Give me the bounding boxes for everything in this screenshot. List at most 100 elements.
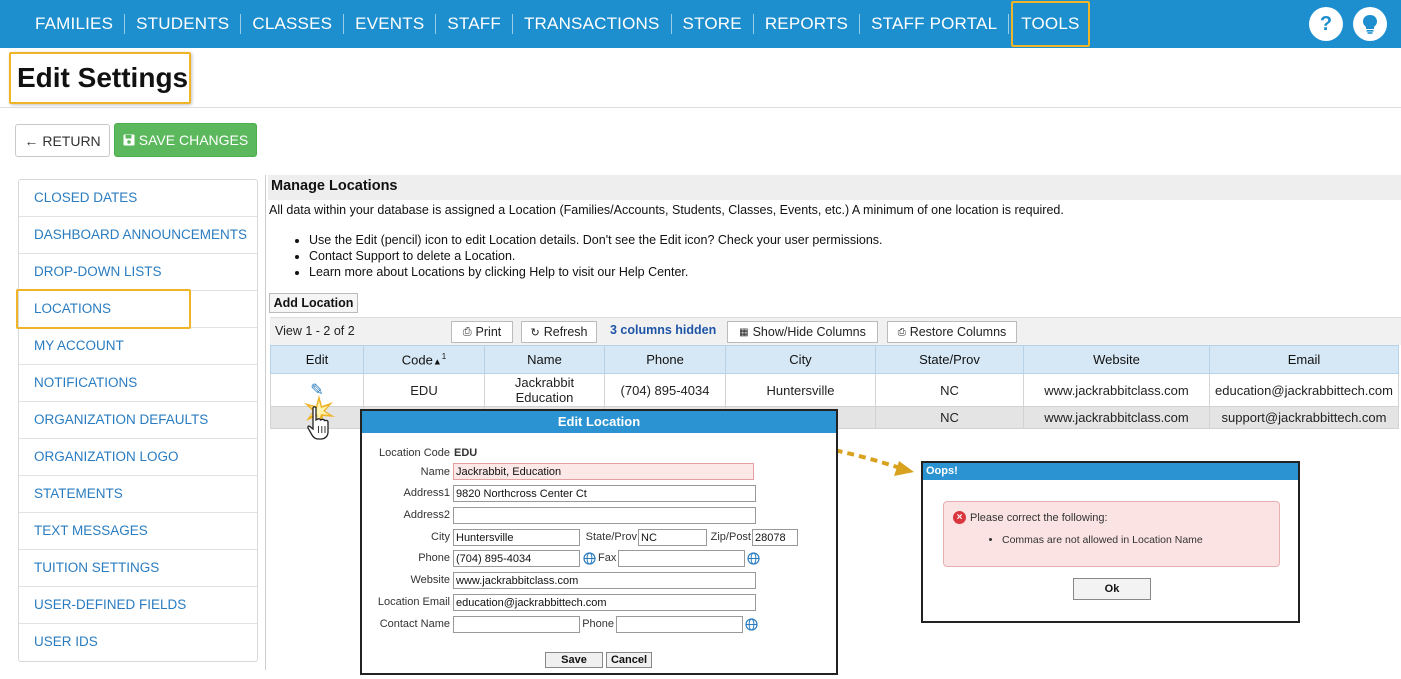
sidebar-item-drop-down-lists[interactable]: DROP-DOWN LISTS <box>19 254 257 291</box>
nav-tools[interactable]: TOOLS <box>1011 1 1090 47</box>
sidebar-item-locations[interactable]: LOCATIONS <box>19 291 257 328</box>
top-nav: FAMILIES STUDENTS CLASSES EVENTS STAFF T… <box>0 0 1401 48</box>
sidebar-item-text-messages[interactable]: TEXT MESSAGES <box>19 513 257 550</box>
return-button[interactable]: ← RETURN <box>15 124 110 157</box>
zip-input[interactable]: 28078 <box>752 529 798 546</box>
col-name[interactable]: Name <box>484 345 605 374</box>
globe-icon[interactable] <box>747 552 760 565</box>
edit-location-title: Edit Location <box>362 411 836 433</box>
nav-transactions[interactable]: TRANSACTIONS <box>513 14 672 34</box>
arrow-left-icon: ← <box>24 132 39 149</box>
refresh-label: Refresh <box>543 325 588 339</box>
sidebar-item-organization-defaults[interactable]: ORGANIZATION DEFAULTS <box>19 402 257 439</box>
instruction-item: Learn more about Locations by clicking H… <box>309 264 883 280</box>
nav-staff-portal[interactable]: STAFF PORTAL <box>860 14 1010 34</box>
globe-icon[interactable] <box>745 618 758 631</box>
lightbulb-glyph <box>1363 15 1377 34</box>
sidebar-item-my-account[interactable]: MY ACCOUNT <box>19 328 257 365</box>
add-location-button[interactable]: Add Location <box>269 293 358 313</box>
dialog-cancel-button[interactable]: Cancel <box>606 652 652 668</box>
table-row: ✎ EDU Jackrabbit Education (704) 895-403… <box>270 373 1399 407</box>
phone-input[interactable]: (704) 895-4034 <box>453 550 580 567</box>
nav-students[interactable]: STUDENTS <box>125 14 242 34</box>
sidebar-item-tuition-settings[interactable]: TUITION SETTINGS <box>19 550 257 587</box>
nav-menu: FAMILIES STUDENTS CLASSES EVENTS STAFF T… <box>0 0 1090 48</box>
cell-email: support@jackrabbittech.com <box>1209 406 1399 429</box>
printer-icon: ⎙ <box>462 325 472 338</box>
restore-columns-button[interactable]: ⎙ Restore Columns <box>887 321 1017 343</box>
dialog-save-button[interactable]: Save <box>545 652 603 668</box>
city-input[interactable]: Huntersville <box>453 529 580 546</box>
nav-classes[interactable]: CLASSES <box>241 14 345 34</box>
grid-toolbar: View 1 - 2 of 2 ⎙ Print ↻ Refresh 3 colu… <box>270 317 1401 345</box>
col-website[interactable]: Website <box>1023 345 1210 374</box>
state-label: State/Prov <box>585 531 637 543</box>
show-hide-columns-button[interactable]: ▦ Show/Hide Columns <box>727 321 878 343</box>
fax-input[interactable] <box>618 550 745 567</box>
sidebar-item-dashboard-announcements[interactable]: DASHBOARD ANNOUNCEMENTS <box>19 217 257 254</box>
cell-phone: (704) 895-4034 <box>604 373 726 407</box>
page-title: Edit Settings <box>9 52 191 104</box>
col-phone[interactable]: Phone <box>604 345 726 374</box>
view-count: View 1 - 2 of 2 <box>275 324 355 338</box>
name-label: Name <box>420 466 450 478</box>
nav-families[interactable]: FAMILIES <box>24 14 126 34</box>
nav-staff[interactable]: STAFF <box>436 14 513 34</box>
intro-text: All data within your database is assigne… <box>269 203 1064 217</box>
address2-label: Address2 <box>403 509 450 521</box>
columns-hidden-link[interactable]: 3 columns hidden <box>610 323 716 337</box>
address1-input[interactable]: 9820 Northcross Center Ct <box>453 485 756 502</box>
nav-reports[interactable]: REPORTS <box>754 14 861 34</box>
location-email-label: Location Email <box>377 596 450 608</box>
col-edit: Edit <box>270 345 364 374</box>
nav-events[interactable]: EVENTS <box>344 14 437 34</box>
cell-state: NC <box>875 406 1024 429</box>
show-hide-label: Show/Hide Columns <box>752 325 866 339</box>
error-message-box: × Please correct the following: Commas a… <box>943 501 1280 567</box>
hand-cursor-icon <box>307 406 329 440</box>
nav-store[interactable]: STORE <box>672 14 754 34</box>
error-heading: Please correct the following: <box>970 512 1108 524</box>
ok-button[interactable]: Ok <box>1073 578 1151 600</box>
instruction-item: Use the Edit (pencil) icon to edit Locat… <box>309 232 883 248</box>
state-input[interactable]: NC <box>638 529 707 546</box>
help-icon[interactable]: ? <box>1309 7 1343 41</box>
sidebar-item-closed-dates[interactable]: CLOSED DATES <box>19 180 257 217</box>
col-code[interactable]: Code▲1 <box>363 345 485 374</box>
globe-icon[interactable] <box>583 552 596 565</box>
floppy-disk-icon <box>123 134 135 146</box>
cell-city: Huntersville <box>725 373 876 407</box>
contact-name-input[interactable] <box>453 616 580 633</box>
name-input[interactable]: Jackrabbit, Education <box>453 463 754 480</box>
address2-input[interactable] <box>453 507 756 524</box>
col-email[interactable]: Email <box>1209 345 1399 374</box>
sidebar-item-user-defined-fields[interactable]: USER-DEFINED FIELDS <box>19 587 257 624</box>
col-city[interactable]: City <box>725 345 876 374</box>
print-button[interactable]: ⎙ Print <box>451 321 513 343</box>
instructions-list: Use the Edit (pencil) icon to edit Locat… <box>290 232 883 280</box>
col-state[interactable]: State/Prov <box>875 345 1024 374</box>
sidebar-item-notifications[interactable]: NOTIFICATIONS <box>19 365 257 402</box>
restore-icon: ⎙ <box>897 326 906 338</box>
location-code-value: EDU <box>454 447 478 459</box>
columns-icon: ▦ <box>739 326 749 338</box>
save-changes-button[interactable]: SAVE CHANGES <box>114 123 257 157</box>
sidebar-item-user-ids[interactable]: USER IDS <box>19 624 257 661</box>
cell-code: EDU <box>363 373 485 407</box>
location-code-label: Location Code <box>379 447 450 459</box>
phone-label: Phone <box>418 552 450 564</box>
website-input[interactable]: www.jackrabbitclass.com <box>453 572 756 589</box>
refresh-icon: ↻ <box>530 326 540 339</box>
sidebar-item-statements[interactable]: STATEMENTS <box>19 476 257 513</box>
return-label: RETURN <box>42 132 101 149</box>
contact-phone-input[interactable] <box>616 616 743 633</box>
lightbulb-icon[interactable] <box>1353 7 1387 41</box>
sidebar-item-organization-logo[interactable]: ORGANIZATION LOGO <box>19 439 257 476</box>
manage-locations-heading: Manage Locations <box>268 175 1401 200</box>
refresh-button[interactable]: ↻ Refresh <box>521 321 597 343</box>
settings-sidebar: CLOSED DATES DASHBOARD ANNOUNCEMENTS DRO… <box>18 179 258 662</box>
instruction-item: Contact Support to delete a Location. <box>309 248 883 264</box>
fax-label: Fax <box>598 552 617 564</box>
location-email-input[interactable]: education@jackrabbittech.com <box>453 594 756 611</box>
website-label: Website <box>410 574 450 586</box>
